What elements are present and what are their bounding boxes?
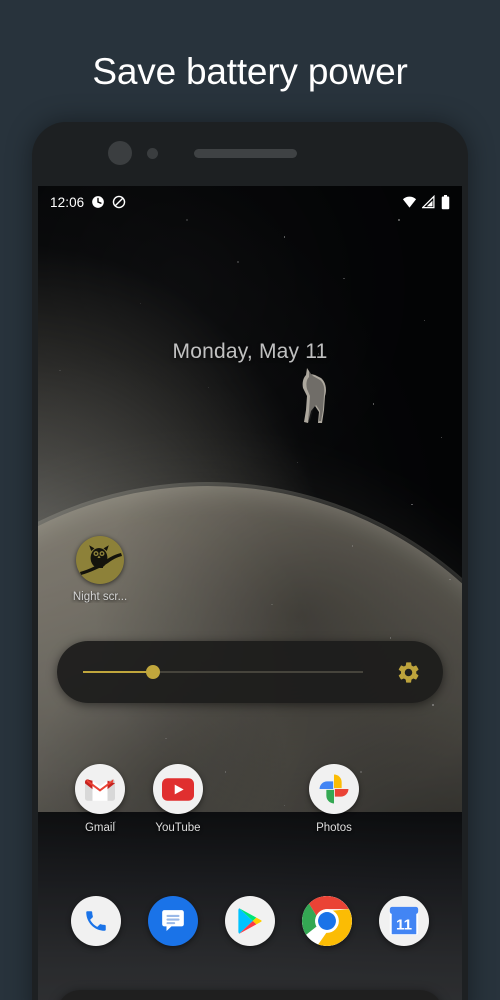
status-clock: 12:06 <box>50 194 85 210</box>
do-not-disturb-icon <box>113 195 126 209</box>
page-title: Save battery power <box>92 51 408 92</box>
status-bar-left: 12:06 <box>50 195 126 210</box>
app-icon-youtube[interactable]: YouTube <box>139 764 217 834</box>
date-widget[interactable]: Monday, May 11 <box>38 340 462 364</box>
owl-icon <box>76 536 124 584</box>
proximity-sensor-icon <box>147 148 158 159</box>
app-slot-empty <box>217 764 295 834</box>
settings-button[interactable] <box>395 659 421 685</box>
dock-icon-chrome[interactable] <box>289 896 366 946</box>
calendar-day-number: 11 <box>396 917 412 934</box>
gear-icon <box>398 661 418 683</box>
dock-icon-messages[interactable] <box>134 896 211 946</box>
app-icon-night-screen[interactable]: Night scr... <box>61 536 139 603</box>
brightness-slider[interactable] <box>83 662 363 682</box>
phone-icon <box>70 896 121 946</box>
status-bar: 12:06 <box>38 186 462 218</box>
wifi-icon <box>402 196 417 208</box>
chrome-icon <box>302 896 353 946</box>
dock-row: 11 <box>38 896 462 946</box>
wolf-silhouette-icon <box>302 368 326 423</box>
app-label: Gmail <box>84 822 116 834</box>
app-icon-photos[interactable]: Photos <box>295 764 373 834</box>
messages-icon <box>147 896 198 946</box>
app-icon-gmail[interactable]: Gmail <box>61 764 139 834</box>
alarm-clock-icon <box>92 196 105 208</box>
play-store-icon <box>225 896 275 946</box>
battery-full-icon <box>441 194 450 209</box>
app-label: YouTube <box>155 822 201 834</box>
home-screen-app-row: Gmail YouTube Photos <box>38 764 462 834</box>
earpiece-speaker-icon <box>194 149 297 158</box>
status-bar-right <box>402 194 450 210</box>
cellular-signal-icon <box>422 195 435 209</box>
phone-bezel-top <box>32 122 468 186</box>
app-label: Photos <box>316 822 352 834</box>
google-photos-icon <box>309 764 359 814</box>
dock-icon-phone[interactable] <box>57 896 134 946</box>
camera-lens-icon <box>108 141 132 165</box>
phone-device-mockup: 12:06 Monday, May 11 Night scr... Gmail … <box>32 122 468 1000</box>
app-label-night-screen: Night scr... <box>72 591 128 603</box>
brightness-widget <box>57 641 443 703</box>
phone-screen: 12:06 Monday, May 11 Night scr... Gmail … <box>38 186 462 1000</box>
google-search-bar[interactable] <box>57 990 443 1000</box>
youtube-icon <box>153 764 203 814</box>
dock-icon-calendar[interactable]: 11 <box>366 896 443 946</box>
slider-thumb[interactable] <box>146 665 160 679</box>
gmail-icon <box>75 764 125 814</box>
dock-icon-play-store[interactable] <box>211 896 288 946</box>
calendar-icon: 11 <box>379 896 430 946</box>
slider-track-fill <box>83 671 153 673</box>
